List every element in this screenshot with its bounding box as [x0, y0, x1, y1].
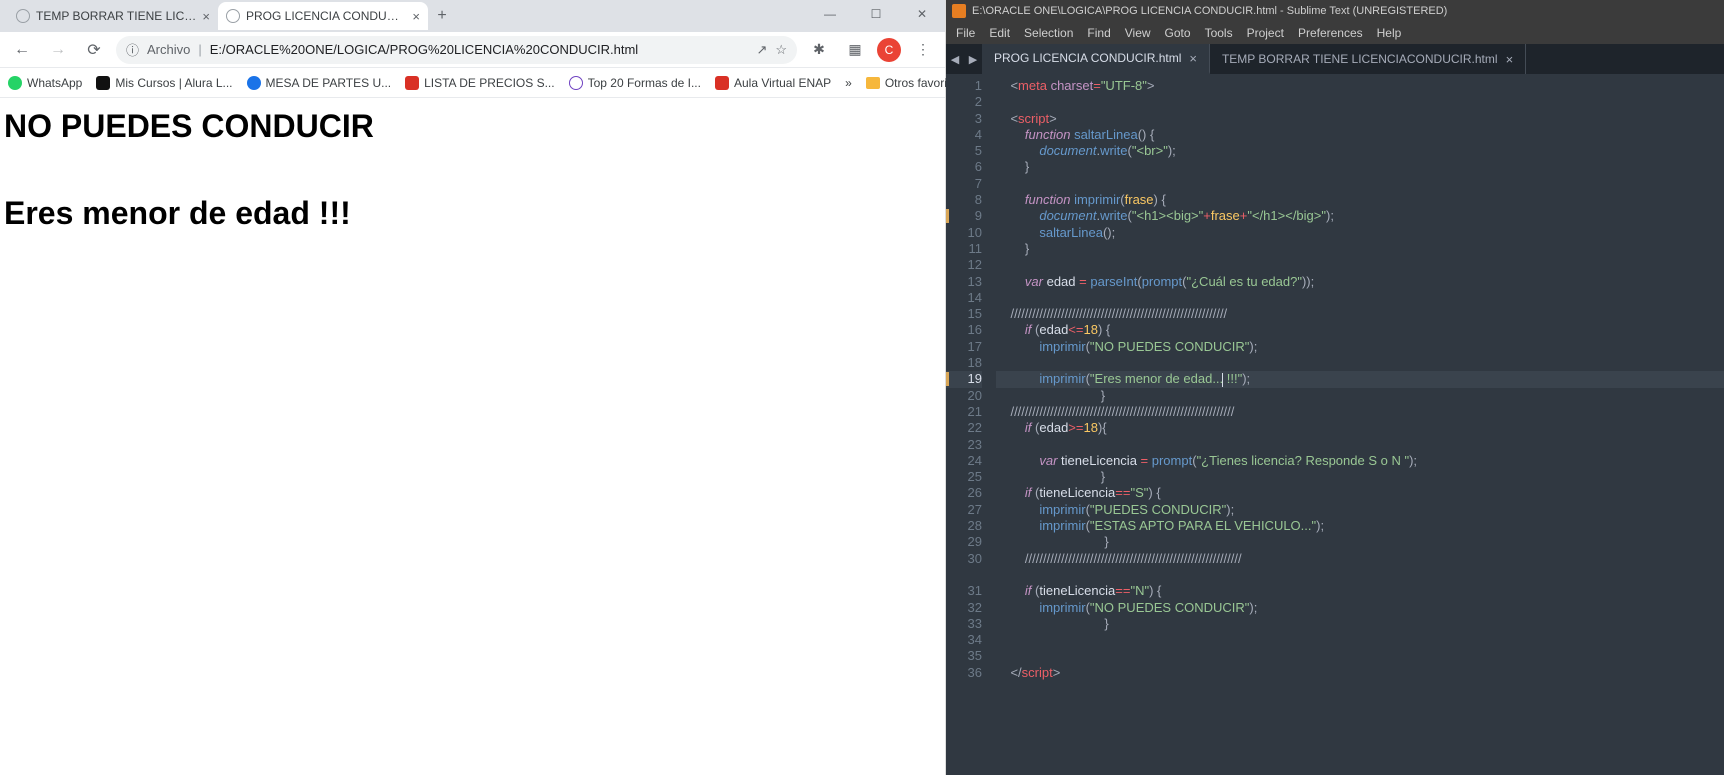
url-label: Archivo: [147, 42, 190, 57]
tabstrip: TEMP BORRAR TIENE LICENCIAC × PROG LICEN…: [0, 0, 456, 32]
editor-tab-title: PROG LICENCIA CONDUCIR.html: [994, 51, 1181, 65]
apps-icon[interactable]: ▦: [841, 36, 869, 64]
editor-tab[interactable]: TEMP BORRAR TIENE LICENCIACONDUCIR.html …: [1210, 44, 1526, 74]
menu-find[interactable]: Find: [1087, 26, 1110, 40]
bookmark-icon: [247, 76, 261, 90]
new-tab-button[interactable]: +: [428, 2, 456, 30]
editor-tabbar: ◀ ▶ PROG LICENCIA CONDUCIR.html × TEMP B…: [946, 44, 1724, 74]
star-icon[interactable]: ☆: [775, 42, 787, 58]
extensions-icon[interactable]: ✱: [805, 36, 833, 64]
browser-tab[interactable]: PROG LICENCIA CONDUCIR.html ×: [218, 2, 428, 30]
close-icon[interactable]: ×: [202, 9, 210, 24]
editor-tab[interactable]: PROG LICENCIA CONDUCIR.html ×: [982, 44, 1210, 74]
back-icon[interactable]: ←: [8, 36, 36, 64]
menu-preferences[interactable]: Preferences: [1298, 26, 1363, 40]
bookmark-item[interactable]: Top 20 Formas de I...: [569, 76, 701, 90]
menu-selection[interactable]: Selection: [1024, 26, 1073, 40]
bookmark-icon: [96, 76, 110, 90]
code-editor[interactable]: 1234567891011121314151617181920212223242…: [946, 74, 1724, 775]
menu-view[interactable]: View: [1125, 26, 1151, 40]
page-heading: NO PUEDES CONDUCIR: [4, 108, 941, 145]
close-icon[interactable]: ✕: [899, 0, 945, 28]
page-heading: Eres menor de edad !!!: [4, 195, 941, 232]
maximize-icon[interactable]: ☐: [853, 0, 899, 28]
share-icon[interactable]: ↗: [756, 42, 767, 58]
bookmarks-overflow[interactable]: »: [845, 76, 852, 90]
code-area[interactable]: <meta charset="UTF-8"> <script> function…: [988, 74, 1724, 775]
tab-nav-left-icon[interactable]: ◀: [946, 44, 964, 74]
chrome-window: TEMP BORRAR TIENE LICENCIAC × PROG LICEN…: [0, 0, 946, 775]
line-gutter: 1234567891011121314151617181920212223242…: [946, 74, 988, 775]
minimize-icon[interactable]: —: [807, 0, 853, 28]
browser-tab[interactable]: TEMP BORRAR TIENE LICENCIAC ×: [8, 2, 218, 30]
bookmark-item[interactable]: LISTA DE PRECIOS S...: [405, 76, 554, 90]
address-bar[interactable]: ⓘ Archivo | E:/ORACLE%20ONE/LOGICA/PROG%…: [116, 36, 797, 64]
menu-help[interactable]: Help: [1377, 26, 1402, 40]
chrome-toolbar: ← → ⟳ ⓘ Archivo | E:/ORACLE%20ONE/LOGICA…: [0, 32, 945, 68]
sublime-window: E:\ORACLE ONE\LOGICA\PROG LICENCIA CONDU…: [946, 0, 1724, 775]
bookmark-item[interactable]: MESA DE PARTES U...: [247, 76, 392, 90]
tab-title: TEMP BORRAR TIENE LICENCIAC: [36, 9, 196, 23]
menu-bar: File Edit Selection Find View Goto Tools…: [946, 22, 1724, 44]
bookmark-icon: [715, 76, 729, 90]
bookmark-item[interactable]: Aula Virtual ENAP: [715, 76, 831, 90]
globe-icon: [16, 9, 30, 23]
window-controls: — ☐ ✕: [807, 0, 945, 28]
menu-icon[interactable]: ⋮: [909, 36, 937, 64]
bookmark-icon: [569, 76, 583, 90]
profile-avatar[interactable]: C: [877, 38, 901, 62]
menu-edit[interactable]: Edit: [989, 26, 1010, 40]
bookmark-icon: [405, 76, 419, 90]
forward-icon[interactable]: →: [44, 36, 72, 64]
menu-file[interactable]: File: [956, 26, 975, 40]
menu-project[interactable]: Project: [1247, 26, 1284, 40]
bookmark-icon: [8, 76, 22, 90]
chrome-titlebar: TEMP BORRAR TIENE LICENCIAC × PROG LICEN…: [0, 0, 945, 32]
url-text: E:/ORACLE%20ONE/LOGICA/PROG%20LICENCIA%2…: [210, 42, 638, 57]
editor-tab-title: TEMP BORRAR TIENE LICENCIACONDUCIR.html: [1222, 52, 1498, 66]
tab-nav-right-icon[interactable]: ▶: [964, 44, 982, 74]
sublime-icon: [952, 4, 966, 18]
menu-tools[interactable]: Tools: [1205, 26, 1233, 40]
tab-title: PROG LICENCIA CONDUCIR.html: [246, 9, 406, 23]
page-content: NO PUEDES CONDUCIR Eres menor de edad !!…: [0, 98, 945, 775]
bookmark-item[interactable]: Mis Cursos | Alura L...: [96, 76, 232, 90]
menu-goto[interactable]: Goto: [1165, 26, 1191, 40]
reload-icon[interactable]: ⟳: [80, 36, 108, 64]
close-icon[interactable]: ×: [1506, 52, 1514, 67]
window-title: E:\ORACLE ONE\LOGICA\PROG LICENCIA CONDU…: [972, 5, 1447, 17]
close-icon[interactable]: ×: [1189, 51, 1197, 66]
folder-icon: [866, 77, 880, 89]
globe-icon: [226, 9, 240, 23]
sublime-titlebar: E:\ORACLE ONE\LOGICA\PROG LICENCIA CONDU…: [946, 0, 1724, 22]
bookmark-item[interactable]: WhatsApp: [8, 76, 82, 90]
info-icon[interactable]: ⓘ: [126, 40, 139, 59]
bookmarks-bar: WhatsApp Mis Cursos | Alura L... MESA DE…: [0, 68, 945, 98]
close-icon[interactable]: ×: [412, 9, 420, 24]
